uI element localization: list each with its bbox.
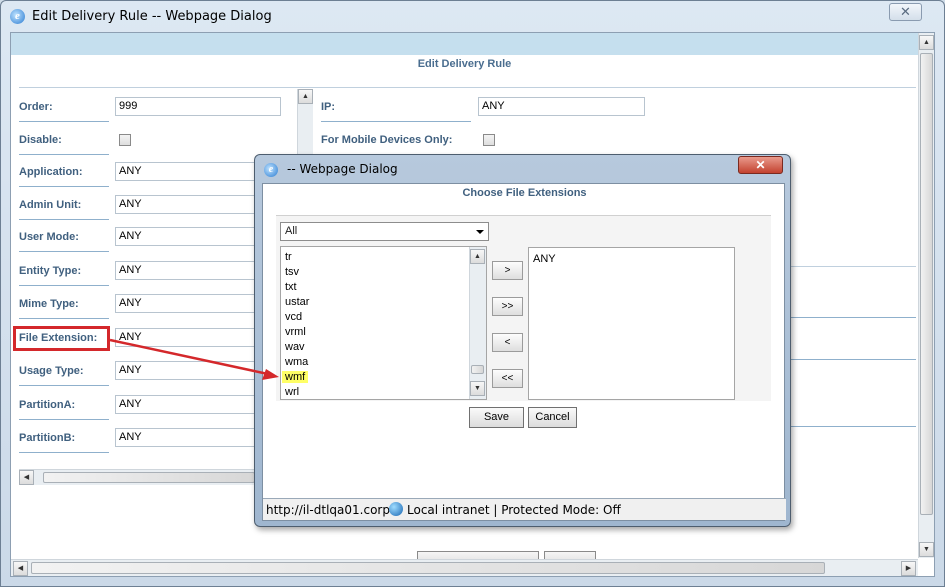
label-underline <box>19 251 109 252</box>
ip-input[interactable]: ANY <box>478 97 645 116</box>
file-extension-input[interactable]: ANY <box>115 328 255 347</box>
list-item[interactable]: tsv <box>285 266 299 278</box>
partition-a-label: PartitionA: <box>19 399 76 411</box>
chevron-down-icon <box>476 230 484 234</box>
remove-all-button[interactable]: << <box>492 369 523 388</box>
header-band <box>11 33 918 55</box>
label-underline <box>19 121 109 122</box>
ie-icon: e <box>10 9 25 24</box>
scroll-thumb[interactable] <box>31 562 825 574</box>
cancel-button[interactable]: Cancel <box>528 407 577 428</box>
window-close-button[interactable]: ✕ <box>889 3 922 21</box>
usage-type-label: Usage Type: <box>19 365 84 377</box>
intranet-globe-icon <box>389 502 403 516</box>
page-vscrollbar[interactable]: ▲ ▼ <box>918 33 934 558</box>
remove-button[interactable]: < <box>492 333 523 352</box>
admin-unit-label: Admin Unit: <box>19 199 82 211</box>
ip-label: IP: <box>321 101 336 113</box>
list-item[interactable]: ustar <box>285 296 309 308</box>
status-bar: http://il-dtlqa01.corp. Local intranet |… <box>263 498 786 520</box>
scroll-up-icon[interactable]: ▲ <box>919 35 934 50</box>
outer-dialog-window: e Edit Delivery Rule -- Webpage Dialog ✕… <box>0 0 945 587</box>
page-hscrollbar[interactable]: ◀ ▶ <box>11 559 918 576</box>
page-title: Edit Delivery Rule <box>417 58 512 70</box>
available-extensions-list[interactable]: tr tsv txt ustar vcd vrml wav wma wmf wr… <box>280 246 487 400</box>
file-extensions-dialog: e -- Webpage Dialog ✕ Choose File Extens… <box>254 154 791 527</box>
label-underline <box>19 219 109 220</box>
list-item[interactable]: wrl <box>285 386 299 398</box>
list-scrollbar[interactable]: ▲ ▼ <box>469 247 486 399</box>
add-button[interactable]: > <box>492 261 523 280</box>
list-item[interactable]: wav <box>285 341 305 353</box>
add-all-button[interactable]: >> <box>492 297 523 316</box>
scroll-down-icon[interactable]: ▼ <box>919 542 934 557</box>
scroll-thumb[interactable] <box>43 472 255 483</box>
mime-type-label: Mime Type: <box>19 298 79 310</box>
admin-unit-input[interactable]: ANY <box>115 195 255 214</box>
label-underline <box>19 154 109 155</box>
dialog-content: Choose File Extensions All tr tsv txt us… <box>262 183 786 521</box>
left-panel-scrollbar[interactable]: ▲ <box>297 89 313 159</box>
label-underline <box>19 452 109 453</box>
scroll-up-icon[interactable]: ▲ <box>470 249 485 264</box>
label-underline <box>19 385 109 386</box>
list-item-selected[interactable]: wmf <box>282 371 309 383</box>
mime-type-input[interactable]: ANY <box>115 294 255 313</box>
scroll-thumb[interactable] <box>471 365 484 374</box>
dialog-heading: Choose File Extensions <box>462 187 587 199</box>
divider <box>19 87 916 88</box>
ie-icon: e <box>264 163 278 177</box>
list-item[interactable]: vcd <box>285 311 302 323</box>
partition-b-input[interactable]: ANY <box>115 428 255 447</box>
status-zone: Local intranet | Protected Mode: Off <box>407 503 621 517</box>
scroll-left-icon[interactable]: ◀ <box>13 561 28 576</box>
application-input[interactable]: ANY <box>115 162 255 181</box>
extension-filter-select[interactable]: All <box>280 222 489 241</box>
label-underline <box>19 318 109 319</box>
divider <box>791 426 916 427</box>
scroll-down-icon[interactable]: ▼ <box>470 381 485 396</box>
list-item[interactable]: tr <box>285 251 292 263</box>
window-title: Edit Delivery Rule -- Webpage Dialog <box>32 9 272 24</box>
partition-b-label: PartitionB: <box>19 432 76 444</box>
user-mode-input[interactable]: ANY <box>115 227 255 246</box>
entity-type-input[interactable]: ANY <box>115 261 255 280</box>
file-extension-label: File Extension: <box>19 332 98 344</box>
left-panel-hscrollbar[interactable]: ◀ <box>19 469 259 485</box>
divider <box>791 317 916 318</box>
list-item[interactable]: ANY <box>533 253 556 265</box>
application-label: Application: <box>19 166 83 178</box>
title-bar: e Edit Delivery Rule -- Webpage Dialog ✕ <box>1 1 944 31</box>
list-item[interactable]: wma <box>285 356 308 368</box>
user-mode-label: User Mode: <box>19 231 79 243</box>
order-input[interactable]: 999 <box>115 97 281 116</box>
scroll-left-icon[interactable]: ◀ <box>19 470 34 485</box>
save-button[interactable]: Save <box>469 407 524 428</box>
filter-selected-value: All <box>285 225 298 237</box>
mobile-only-checkbox[interactable] <box>483 134 495 146</box>
label-underline <box>19 186 109 187</box>
label-underline <box>321 121 471 122</box>
list-item[interactable]: vrml <box>285 326 306 338</box>
scroll-up-icon[interactable]: ▲ <box>298 89 313 104</box>
partition-a-input[interactable]: ANY <box>115 395 255 414</box>
usage-type-input[interactable]: ANY <box>115 361 255 380</box>
scroll-thumb[interactable] <box>920 53 933 515</box>
scroll-right-icon[interactable]: ▶ <box>901 561 916 576</box>
order-label: Order: <box>19 101 53 113</box>
divider <box>791 266 916 267</box>
dialog-close-button[interactable]: ✕ <box>738 156 783 174</box>
divider <box>791 359 916 360</box>
label-underline <box>19 419 109 420</box>
disable-label: Disable: <box>19 134 62 146</box>
dialog-title: -- Webpage Dialog <box>287 162 398 176</box>
list-item[interactable]: txt <box>285 281 297 293</box>
status-url: http://il-dtlqa01.corp. <box>266 503 394 517</box>
mobile-only-label: For Mobile Devices Only: <box>321 134 453 146</box>
chosen-extensions-list[interactable]: ANY <box>528 247 735 400</box>
label-underline <box>19 285 109 286</box>
entity-type-label: Entity Type: <box>19 265 82 277</box>
disable-checkbox[interactable] <box>119 134 131 146</box>
